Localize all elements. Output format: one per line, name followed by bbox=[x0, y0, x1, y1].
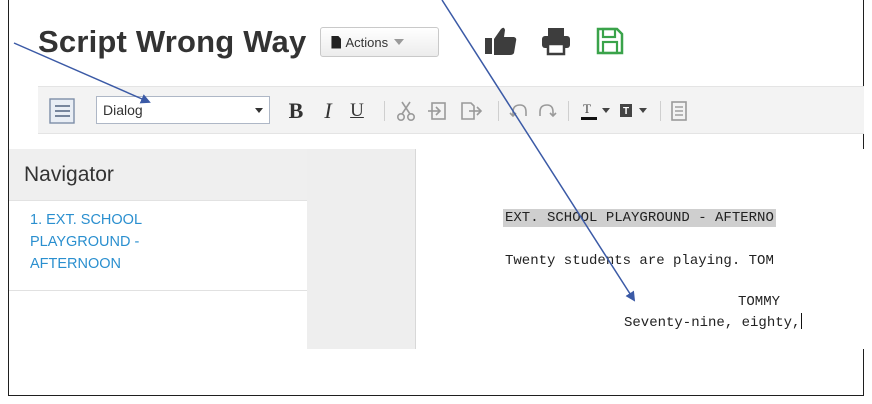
document-icon bbox=[331, 35, 342, 49]
chevron-down-icon bbox=[255, 108, 263, 113]
toolbar-divider bbox=[498, 101, 499, 121]
undo-button[interactable] bbox=[508, 87, 530, 135]
printer-icon[interactable] bbox=[540, 26, 572, 56]
paragraph-style-value: Dialog bbox=[103, 102, 143, 118]
save-icon[interactable] bbox=[595, 26, 625, 56]
undo-icon bbox=[509, 104, 527, 118]
svg-text:T: T bbox=[583, 101, 591, 116]
dialog-line[interactable]: Seventy-nine, eighty, bbox=[624, 313, 803, 331]
editor-toolbar: Dialog B I U T T bbox=[38, 86, 864, 134]
copy-button[interactable] bbox=[426, 87, 450, 135]
paste-button[interactable] bbox=[458, 87, 484, 135]
text-cursor bbox=[801, 313, 803, 329]
bold-button[interactable]: B bbox=[284, 87, 308, 135]
copy-icon bbox=[428, 102, 446, 120]
highlight-color-button[interactable]: T bbox=[616, 87, 652, 135]
navigator-scene-item[interactable]: 1. EXT. SCHOOL PLAYGROUND - AFTERNOON bbox=[9, 201, 209, 275]
highlight-icon: T bbox=[620, 104, 647, 117]
cut-button[interactable] bbox=[394, 87, 418, 135]
script-page[interactable]: EXT. SCHOOL PLAYGROUND - AFTERNO Twenty … bbox=[415, 149, 864, 349]
navigator-panel: Navigator 1. EXT. SCHOOL PLAYGROUND - AF… bbox=[9, 149, 307, 291]
scene-heading[interactable]: EXT. SCHOOL PLAYGROUND - AFTERNO bbox=[503, 209, 776, 227]
navigator-toggle-button[interactable] bbox=[46, 87, 78, 135]
dialog-text: Seventy-nine, eighty, bbox=[624, 315, 801, 331]
text-color-button[interactable]: T bbox=[578, 87, 614, 135]
toolbar-divider bbox=[384, 101, 385, 121]
scissors-icon bbox=[396, 101, 416, 122]
page-title: Script Wrong Way bbox=[38, 24, 307, 59]
chevron-down-icon bbox=[394, 39, 405, 45]
notes-button[interactable] bbox=[668, 87, 690, 135]
actions-button[interactable]: Actions bbox=[320, 27, 440, 57]
action-line[interactable]: Twenty students are playing. TOM bbox=[505, 253, 774, 269]
toolbar-divider bbox=[660, 101, 661, 121]
list-panel-icon bbox=[49, 98, 75, 124]
svg-text:T: T bbox=[623, 106, 629, 117]
header-bar: Script Wrong Way Actions bbox=[38, 22, 440, 62]
text-color-icon: T bbox=[581, 101, 610, 120]
character-name[interactable]: TOMMY bbox=[738, 294, 780, 310]
thumbs-up-icon[interactable] bbox=[484, 26, 518, 56]
toolbar-divider bbox=[568, 101, 569, 121]
navigator-heading: Navigator bbox=[9, 149, 307, 201]
editor-gutter bbox=[307, 149, 415, 349]
actions-button-label: Actions bbox=[345, 34, 389, 50]
italic-button[interactable]: I bbox=[318, 87, 338, 135]
notes-icon bbox=[671, 101, 687, 121]
redo-button[interactable] bbox=[536, 87, 558, 135]
paste-icon bbox=[461, 102, 483, 120]
paragraph-style-select[interactable]: Dialog bbox=[96, 96, 270, 124]
navigator-empty-area bbox=[9, 291, 307, 349]
underline-button[interactable]: U bbox=[346, 87, 368, 135]
redo-icon bbox=[539, 104, 557, 118]
